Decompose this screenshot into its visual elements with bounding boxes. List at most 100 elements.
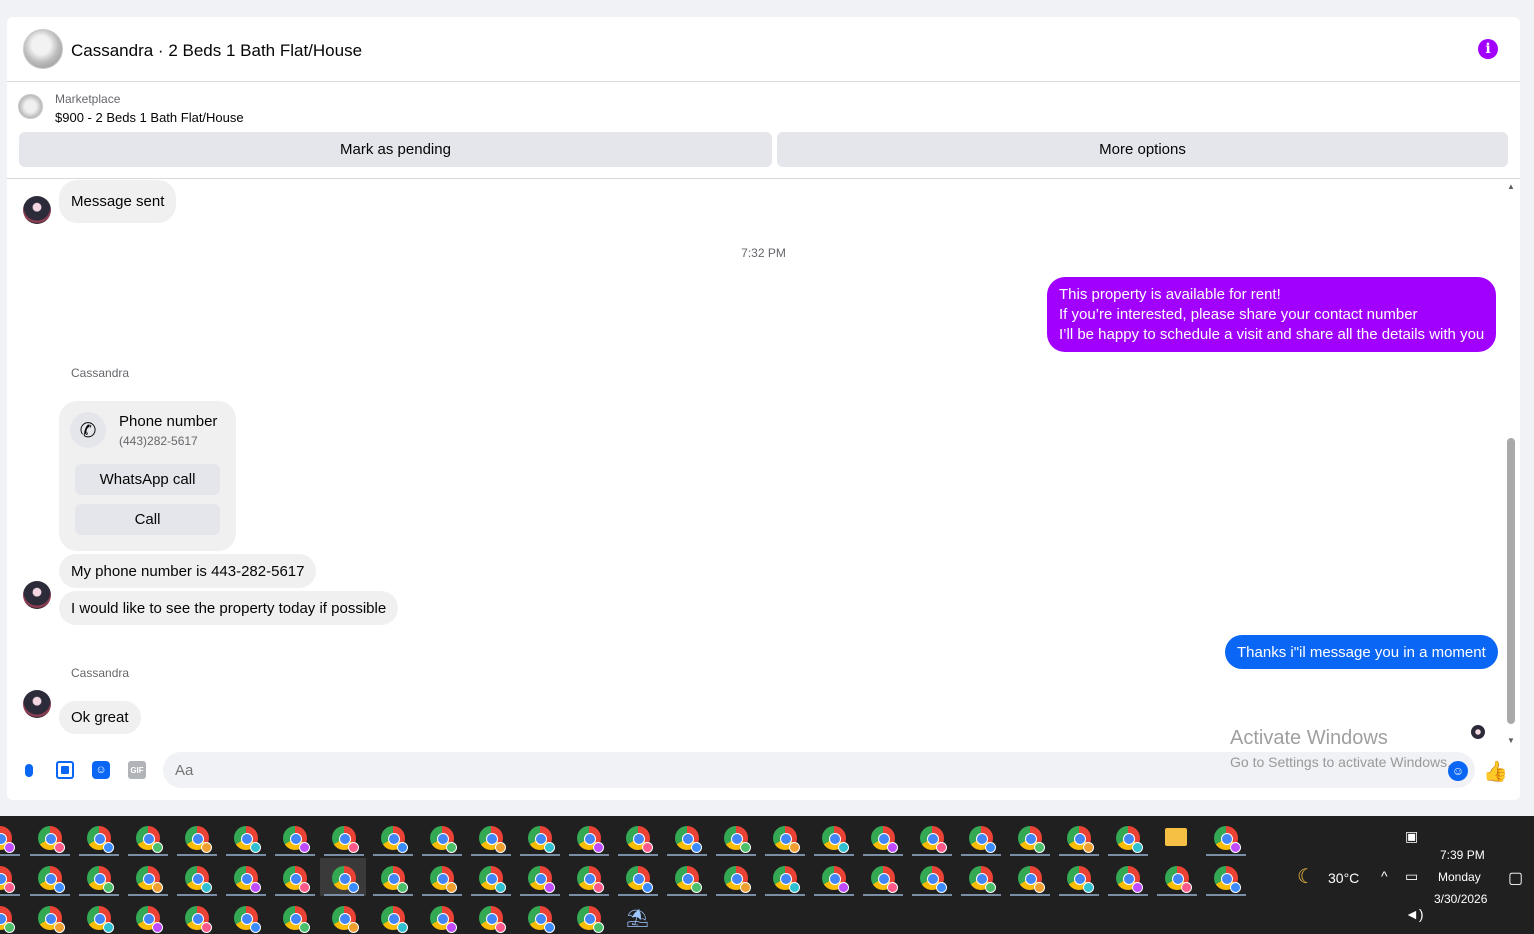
browser-profile-icon[interactable] xyxy=(479,826,506,853)
contact-avatar[interactable] xyxy=(23,581,51,609)
meet-now-icon[interactable]: ▣ xyxy=(1405,828,1418,845)
browser-profile-icon[interactable] xyxy=(528,906,555,933)
browser-profile-icon[interactable] xyxy=(577,906,604,933)
message-thread[interactable]: Message sent 7:32 PM This property is av… xyxy=(7,180,1520,747)
info-icon[interactable]: i xyxy=(1478,39,1498,59)
browser-profile-icon[interactable] xyxy=(381,866,408,893)
browser-profile-icon[interactable] xyxy=(822,866,849,893)
scroll-up-arrow-icon[interactable]: ▲ xyxy=(1507,182,1515,191)
browser-profile-icon[interactable] xyxy=(234,866,261,893)
browser-profile-icon[interactable] xyxy=(332,866,359,893)
conversation-title[interactable]: Cassandra · 2 Beds 1 Bath Flat/House xyxy=(71,41,362,61)
browser-profile-icon[interactable] xyxy=(381,826,408,853)
browser-profile-icon[interactable] xyxy=(185,826,212,853)
network-icon[interactable]: ▭ xyxy=(1405,868,1418,885)
scrollbar-thumb[interactable] xyxy=(1507,438,1515,724)
contact-avatar[interactable] xyxy=(23,690,51,718)
browser-profile-icon[interactable] xyxy=(234,826,261,853)
browser-profile-icon[interactable] xyxy=(38,826,65,853)
volume-icon[interactable]: ◄) xyxy=(1405,906,1424,922)
sticker-icon[interactable]: ☺ xyxy=(92,761,110,779)
browser-profile-icon[interactable] xyxy=(1067,826,1094,853)
browser-profile-icon[interactable] xyxy=(185,866,212,893)
browser-profile-icon[interactable] xyxy=(430,826,457,853)
more-options-button[interactable]: More options xyxy=(777,132,1508,167)
browser-profile-icon[interactable] xyxy=(969,826,996,853)
browser-profile-icon[interactable] xyxy=(773,866,800,893)
browser-profile-icon[interactable] xyxy=(87,866,114,893)
tray-expand-icon[interactable]: ^ xyxy=(1381,868,1388,884)
gif-icon[interactable]: GIF xyxy=(128,761,146,779)
browser-profile-icon[interactable] xyxy=(38,866,65,893)
browser-profile-icon[interactable] xyxy=(381,906,408,933)
browser-profile-icon[interactable] xyxy=(724,826,751,853)
browser-profile-icon[interactable] xyxy=(136,906,163,933)
browser-profile-icon[interactable] xyxy=(136,866,163,893)
browser-profile-icon[interactable] xyxy=(332,826,359,853)
browser-profile-icon[interactable] xyxy=(1116,866,1143,893)
browser-profile-icon[interactable] xyxy=(87,906,114,933)
listing-price-title[interactable]: $900 - 2 Beds 1 Bath Flat/House xyxy=(55,110,244,125)
contact-avatar[interactable] xyxy=(23,196,51,224)
browser-profile-icon[interactable] xyxy=(871,826,898,853)
weather-temperature[interactable]: 30°C xyxy=(1328,870,1359,886)
clock-day[interactable]: Monday xyxy=(1438,870,1481,884)
clock-date[interactable]: 3/30/2026 xyxy=(1434,892,1487,906)
browser-profile-icon[interactable] xyxy=(234,906,261,933)
browser-profile-icon[interactable] xyxy=(1116,826,1143,853)
emoji-icon[interactable]: ☺ xyxy=(1448,761,1468,781)
browser-profile-icon[interactable] xyxy=(332,906,359,933)
listing-avatar[interactable] xyxy=(23,29,63,69)
browser-profile-icon[interactable] xyxy=(577,866,604,893)
browser-profile-icon[interactable] xyxy=(773,826,800,853)
browser-profile-icon[interactable] xyxy=(626,826,653,853)
browser-profile-icon[interactable] xyxy=(283,826,310,853)
file-explorer-icon[interactable] xyxy=(1165,828,1187,846)
weather-moon-icon[interactable]: ☾ xyxy=(1297,864,1315,889)
browser-profile-icon[interactable] xyxy=(675,866,702,893)
browser-profile-icon[interactable] xyxy=(1165,866,1192,893)
browser-profile-icon[interactable] xyxy=(0,866,15,893)
pinned-app-icon[interactable]: ⛱ xyxy=(626,908,649,929)
browser-profile-icon[interactable] xyxy=(0,826,15,853)
browser-profile-icon[interactable] xyxy=(1214,826,1241,853)
browser-profile-icon[interactable] xyxy=(430,906,457,933)
notification-icon[interactable]: ▢ xyxy=(1508,868,1523,888)
browser-profile-icon[interactable] xyxy=(528,866,555,893)
scroll-down-arrow-icon[interactable]: ▼ xyxy=(1507,736,1515,745)
browser-profile-icon[interactable] xyxy=(577,826,604,853)
thread-scrollbar[interactable]: ▲ ▼ xyxy=(1506,182,1516,745)
browser-profile-icon[interactable] xyxy=(1214,866,1241,893)
browser-profile-icon[interactable] xyxy=(479,906,506,933)
browser-profile-icon[interactable] xyxy=(479,866,506,893)
browser-profile-icon[interactable] xyxy=(871,866,898,893)
browser-profile-icon[interactable] xyxy=(0,906,15,933)
browser-profile-icon[interactable] xyxy=(283,866,310,893)
browser-profile-icon[interactable] xyxy=(283,906,310,933)
browser-profile-icon[interactable] xyxy=(969,866,996,893)
browser-profile-icon[interactable] xyxy=(724,866,751,893)
browser-profile-icon[interactable] xyxy=(1018,826,1045,853)
browser-profile-icon[interactable] xyxy=(920,866,947,893)
browser-profile-icon[interactable] xyxy=(1067,866,1094,893)
call-button[interactable]: Call xyxy=(75,504,220,535)
like-icon[interactable]: 👍 xyxy=(1483,759,1508,784)
image-icon[interactable] xyxy=(56,761,74,779)
listing-thumbnail[interactable] xyxy=(18,94,43,119)
browser-profile-icon[interactable] xyxy=(430,866,457,893)
browser-profile-icon[interactable] xyxy=(38,906,65,933)
clock-time[interactable]: 7:39 PM xyxy=(1440,848,1485,862)
running-app-indicator xyxy=(912,854,952,856)
browser-profile-icon[interactable] xyxy=(87,826,114,853)
microphone-icon[interactable] xyxy=(20,761,38,779)
whatsapp-call-button[interactable]: WhatsApp call xyxy=(75,464,220,495)
browser-profile-icon[interactable] xyxy=(675,826,702,853)
browser-profile-icon[interactable] xyxy=(1018,866,1045,893)
browser-profile-icon[interactable] xyxy=(626,866,653,893)
browser-profile-icon[interactable] xyxy=(136,826,163,853)
browser-profile-icon[interactable] xyxy=(528,826,555,853)
mark-as-pending-button[interactable]: Mark as pending xyxy=(19,132,772,167)
browser-profile-icon[interactable] xyxy=(822,826,849,853)
browser-profile-icon[interactable] xyxy=(920,826,947,853)
browser-profile-icon[interactable] xyxy=(185,906,212,933)
